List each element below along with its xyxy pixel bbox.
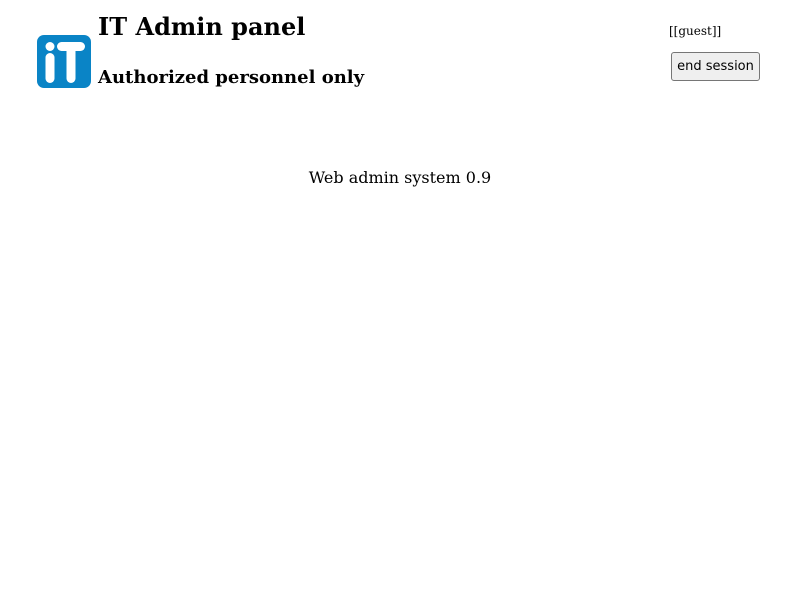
page: IT Admin panel Authorized personnel only… [0, 0, 800, 600]
page-subtitle: Authorized personnel only [98, 67, 365, 88]
system-version-text: Web admin system 0.9 [308, 168, 492, 187]
page-title: IT Admin panel [98, 12, 306, 41]
it-logo-icon [37, 35, 91, 88]
current-user-label: [[guest]] [669, 24, 722, 38]
end-session-button[interactable]: end session [671, 52, 760, 81]
